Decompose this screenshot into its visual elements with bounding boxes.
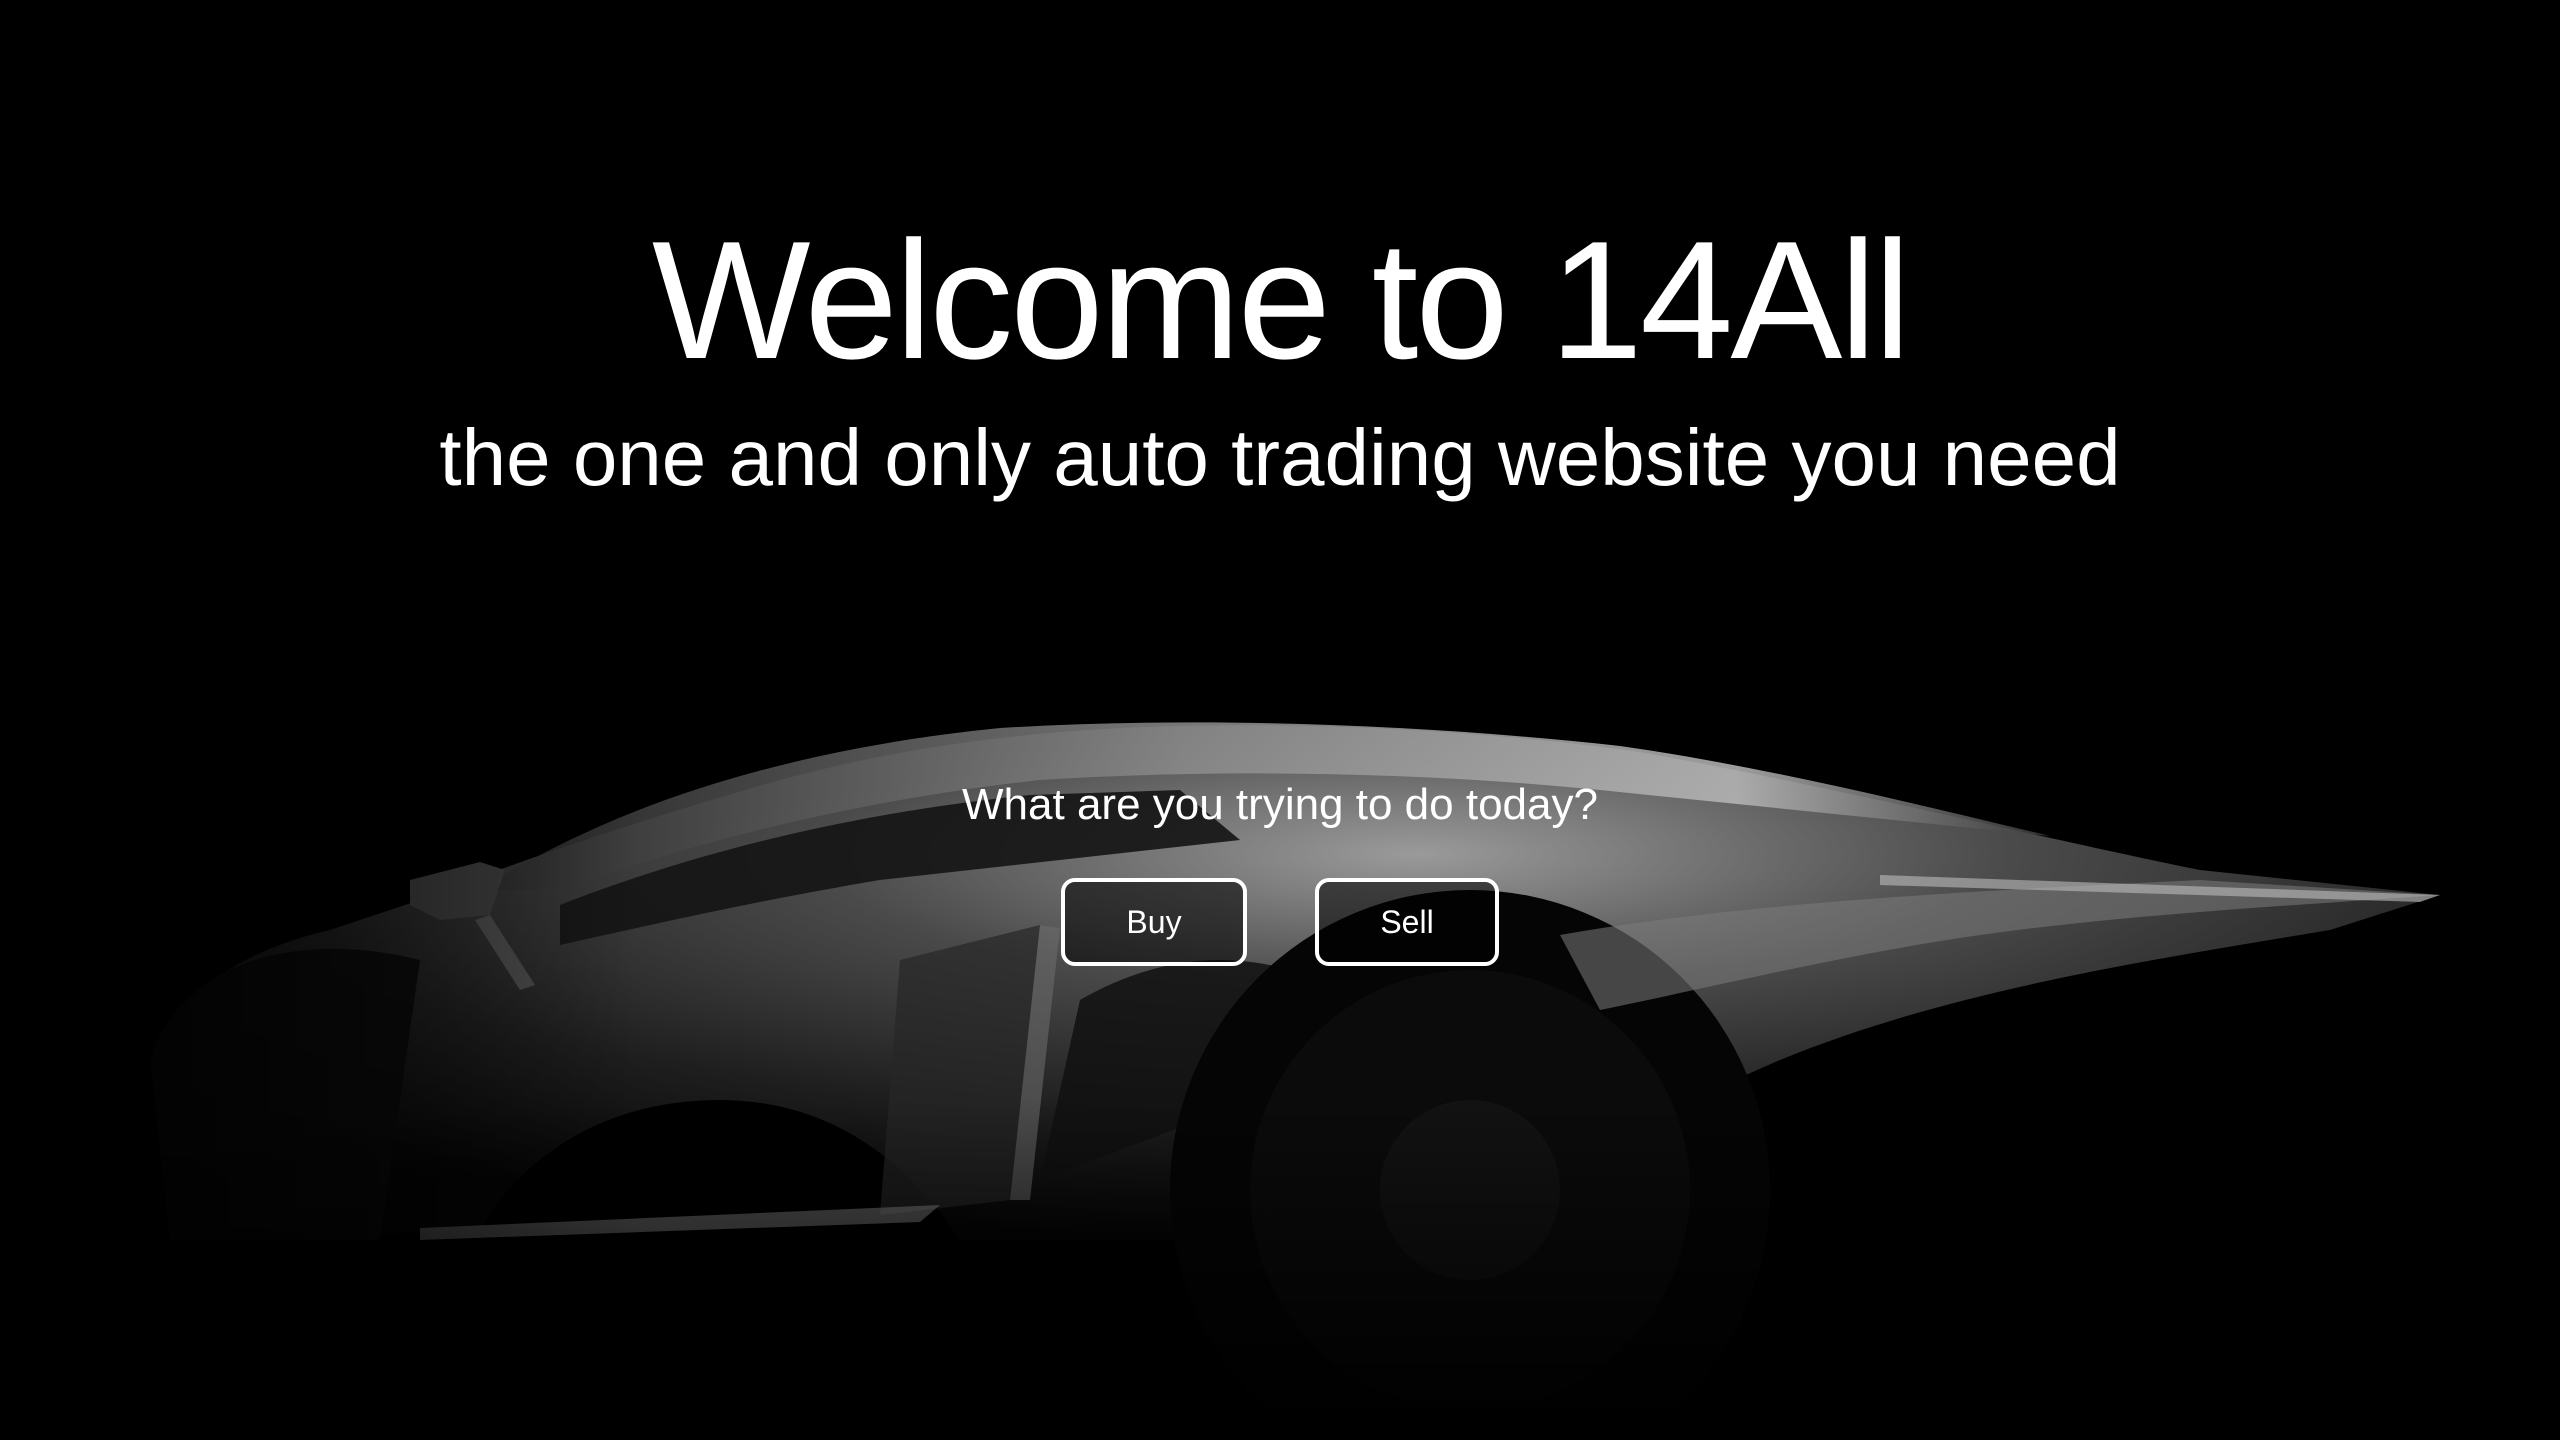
buy-button[interactable]: Buy [1061,878,1247,966]
action-prompt: What are you trying to do today? [962,780,1598,829]
page-subtitle: the one and only auto trading website yo… [439,413,2121,502]
landing-page: Welcome to 14All the one and only auto t… [0,0,2560,1440]
sell-button[interactable]: Sell [1315,878,1499,966]
action-buttons: Buy Sell [0,878,2560,966]
page-title: Welcome to 14All [651,206,1911,394]
